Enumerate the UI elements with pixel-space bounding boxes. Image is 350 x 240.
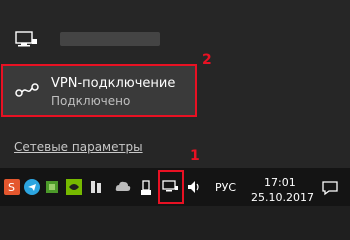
annotation-marker-2: 2: [202, 52, 212, 68]
usb-icon[interactable]: [140, 179, 156, 195]
speaker-device-icon[interactable]: [88, 179, 104, 195]
vpn-icon: [14, 82, 42, 102]
notifications-icon[interactable]: [321, 180, 339, 200]
vpn-connection-item[interactable]: VPN-подключение Подключено: [1, 64, 197, 117]
blurred-network-name: [60, 32, 160, 46]
app-s-icon[interactable]: S: [4, 179, 20, 195]
ethernet-icon: [14, 30, 38, 54]
network-tray-icon: [162, 179, 178, 198]
clock-time[interactable]: 17:01: [264, 176, 296, 189]
security-icon[interactable]: [44, 179, 60, 195]
telegram-icon[interactable]: [24, 179, 40, 195]
vpn-connection-status: Подключено: [51, 94, 131, 108]
network-flyout: VPN-подключение Подключено 2 Сетевые пар…: [0, 0, 350, 168]
volume-icon[interactable]: [186, 179, 202, 195]
cloud-icon[interactable]: [114, 179, 131, 195]
vpn-connection-name: VPN-подключение: [51, 76, 176, 91]
nvidia-icon[interactable]: [66, 179, 82, 195]
clock-date[interactable]: 25.10.2017: [251, 191, 314, 204]
network-settings-link[interactable]: Сетевые параметры: [14, 140, 143, 154]
network-tray-button[interactable]: [158, 170, 184, 204]
svg-text:S: S: [8, 181, 15, 194]
annotation-marker-1: 1: [190, 148, 200, 164]
language-indicator[interactable]: РУС: [215, 181, 236, 194]
